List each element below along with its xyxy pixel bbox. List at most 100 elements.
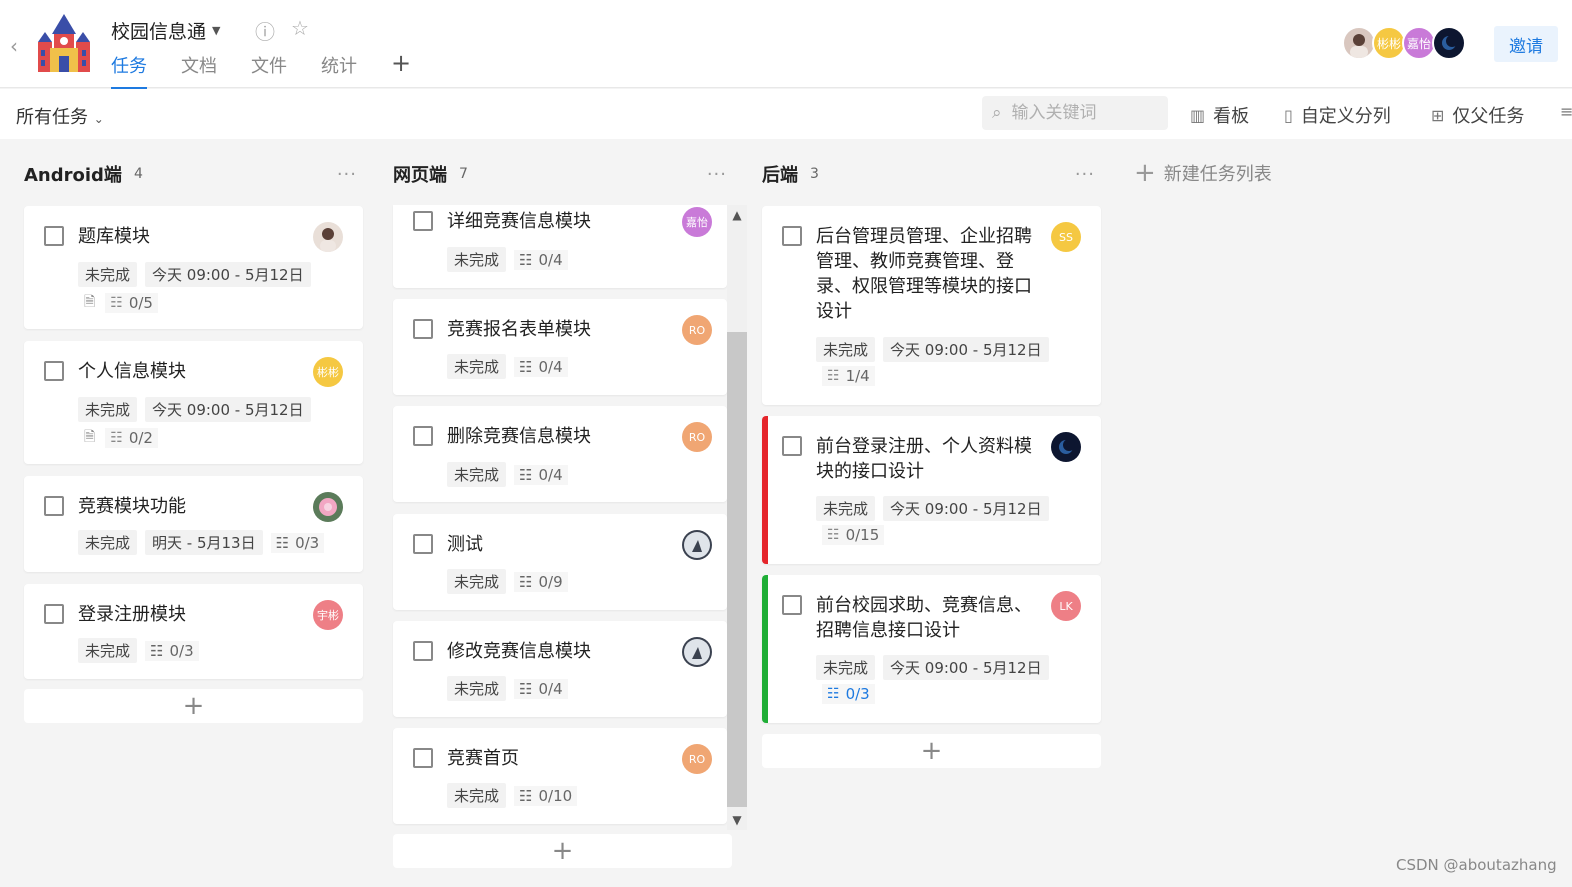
column-android: Android端 4 ··· (24, 150, 363, 198)
due-date: 今天 09:00 - 5月12日 (145, 397, 311, 422)
watermark: CSDN @aboutazhang (1396, 856, 1557, 874)
add-task-button[interactable]: + (762, 734, 1101, 768)
avatar (1051, 432, 1081, 462)
task-title: 前台登录注册、个人资料模 块的接口设计 (816, 436, 1032, 482)
task-card[interactable]: 竞赛报名表单模块 RO 未完成 ☷ 0/4 (393, 299, 727, 395)
subtask-count: ☷ 0/5 (105, 293, 158, 313)
avatar: RO (682, 744, 712, 774)
more-icon[interactable]: ··· (1075, 164, 1095, 185)
tab-stats[interactable]: 统计 (321, 52, 357, 88)
column-backend: 后端 3 ··· (762, 150, 1101, 198)
task-checkbox[interactable] (44, 361, 64, 381)
board-toolbar: 所有任务 ⌄ ⌕ ▥ 看板 ▯ 自定义分列 ⊞ 仅父任务 ≡ (0, 89, 1572, 139)
tab-tasks[interactable]: 任务 (111, 52, 147, 89)
subtask-icon: ☷ (110, 430, 123, 446)
subtask-count: ☷ 0/4 (514, 249, 568, 270)
subtask-count: ☷ 0/2 (105, 428, 158, 448)
back-icon[interactable]: ‹ (10, 34, 18, 58)
avatar (313, 222, 343, 252)
task-card[interactable]: 详细竞赛信息模块 嘉怡 未完成 ☷ 0/4 (393, 205, 727, 288)
task-checkbox[interactable] (782, 226, 802, 246)
more-icon[interactable]: ··· (707, 164, 727, 185)
column-count: 7 (459, 166, 468, 182)
column-count: 4 (133, 166, 143, 182)
project-logo (32, 12, 96, 76)
task-card[interactable]: 修改竞赛信息模块 未完成 ☷ 0/4 (393, 621, 727, 717)
avatar: 彬彬 (313, 357, 343, 387)
due-date: 今天 09:00 - 5月12日 (883, 496, 1049, 521)
task-card[interactable]: 题库模块 未完成 今天 09:00 - 5月12日 🗎 ☷ 0/5 (24, 206, 363, 329)
columns-icon: ▯ (1284, 105, 1293, 125)
task-card[interactable]: 测试 未完成 ☷ 0/9 (393, 514, 727, 610)
more-icon[interactable]: ··· (337, 164, 357, 185)
project-tabs: 任务 文档 文件 统计 + (111, 51, 411, 89)
subtask-icon: ☷ (519, 679, 533, 698)
task-checkbox[interactable] (413, 319, 433, 339)
avatar: RO (682, 422, 712, 452)
task-card[interactable]: 个人信息模块 彬彬 未完成 今天 09:00 - 5月12日 🗎 ☷ 0/2 (24, 341, 363, 464)
parent-only-button[interactable]: ⊞ 仅父任务 (1431, 102, 1524, 128)
task-card[interactable]: 前台登录注册、个人资料模 块的接口设计 未完成 今天 09:00 - 5月12日… (762, 416, 1101, 564)
add-task-button[interactable]: + (393, 834, 732, 868)
scroll-up-icon[interactable]: ▲ (727, 205, 747, 225)
status-badge: 未完成 (816, 496, 876, 521)
subtask-icon: ☷ (519, 250, 533, 269)
task-checkbox[interactable] (44, 604, 64, 624)
tab-files[interactable]: 文件 (251, 52, 287, 88)
custom-group-button[interactable]: ▯ 自定义分列 (1284, 102, 1391, 128)
task-checkbox[interactable] (782, 595, 802, 615)
subtask-icon: ☷ (110, 295, 123, 311)
task-card[interactable]: 竞赛模块功能 未完成 明天 - 5月13日 ☷ 0/3 (24, 476, 363, 572)
task-checkbox[interactable] (413, 641, 433, 661)
subtask-count: ☷ 0/3 (270, 532, 325, 553)
new-task-list-button[interactable]: + 新建任务列表 (1134, 160, 1272, 186)
task-card[interactable]: 前台校园求助、竞赛信息、 招聘信息接口设计 LK 未完成 今天 09:00 - … (762, 575, 1101, 723)
status-badge: 未完成 (447, 783, 507, 808)
scrollbar-thumb[interactable] (727, 332, 747, 807)
add-task-button[interactable]: + (24, 689, 363, 723)
status-badge: 未完成 (816, 655, 876, 680)
project-switcher[interactable]: 校园信息通 ▼ (111, 17, 220, 44)
star-icon[interactable]: ☆ (291, 16, 309, 40)
status-badge: 未完成 (816, 337, 876, 362)
invite-button[interactable]: 邀请 (1494, 26, 1558, 62)
task-card[interactable]: 竞赛首页 RO 未完成 ☷ 0/10 (393, 728, 727, 824)
task-checkbox[interactable] (782, 436, 802, 456)
task-title: 竞赛首页 (447, 748, 519, 769)
column-title: Android端 (24, 165, 122, 186)
task-checkbox[interactable] (413, 748, 433, 768)
tab-docs[interactable]: 文档 (181, 52, 217, 88)
column-header: Android端 4 ··· (24, 150, 363, 198)
add-tab-icon[interactable]: + (391, 51, 411, 88)
search-input[interactable] (1011, 103, 1142, 123)
scroll-down-icon[interactable]: ▼ (727, 810, 747, 830)
board-view-button[interactable]: ▥ 看板 (1190, 102, 1249, 128)
column-scrollbar[interactable]: ▲ ▼ (727, 205, 747, 830)
task-card[interactable]: 登录注册模块 宇彬 未完成 ☷ 0/3 (24, 584, 363, 679)
task-checkbox[interactable] (413, 426, 433, 446)
task-checkbox[interactable] (44, 496, 64, 516)
task-filter-dropdown[interactable]: 所有任务 ⌄ (16, 103, 104, 129)
task-card[interactable]: 删除竞赛信息模块 RO 未完成 ☷ 0/4 (393, 406, 727, 502)
board-label: 看板 (1213, 106, 1250, 127)
subtask-value: 0/4 (538, 679, 563, 698)
menu-icon[interactable]: ≡ (1560, 102, 1572, 121)
task-card[interactable]: 后台管理员管理、企业招聘 管理、教师竞赛管理、登 录、权限管理等模块的接口 设计… (762, 206, 1101, 405)
task-title: 竞赛模块功能 (78, 496, 186, 517)
avatar: 彬彬 (1372, 26, 1406, 60)
status-badge: 未完成 (78, 638, 138, 663)
info-icon[interactable]: ⓘ (255, 16, 275, 45)
app-header: ‹ 校园信息通 ▼ ⓘ ☆ 任务 文档 文件 统计 + 彬彬 嘉怡 邀请 (0, 0, 1572, 89)
task-checkbox[interactable] (413, 534, 433, 554)
note-icon: 🗎 (84, 429, 96, 445)
column-count: 3 (810, 166, 819, 182)
task-checkbox[interactable] (413, 211, 433, 231)
status-badge: 未完成 (447, 569, 507, 594)
column-header: 网页端 7 ··· (393, 150, 727, 198)
subtask-icon: ☷ (519, 357, 533, 376)
avatar (682, 530, 712, 560)
member-avatars[interactable]: 彬彬 嘉怡 (1342, 26, 1466, 60)
subtask-value: 0/5 (128, 294, 153, 312)
chevron-down-icon: ⌄ (93, 112, 104, 126)
task-checkbox[interactable] (44, 226, 64, 246)
